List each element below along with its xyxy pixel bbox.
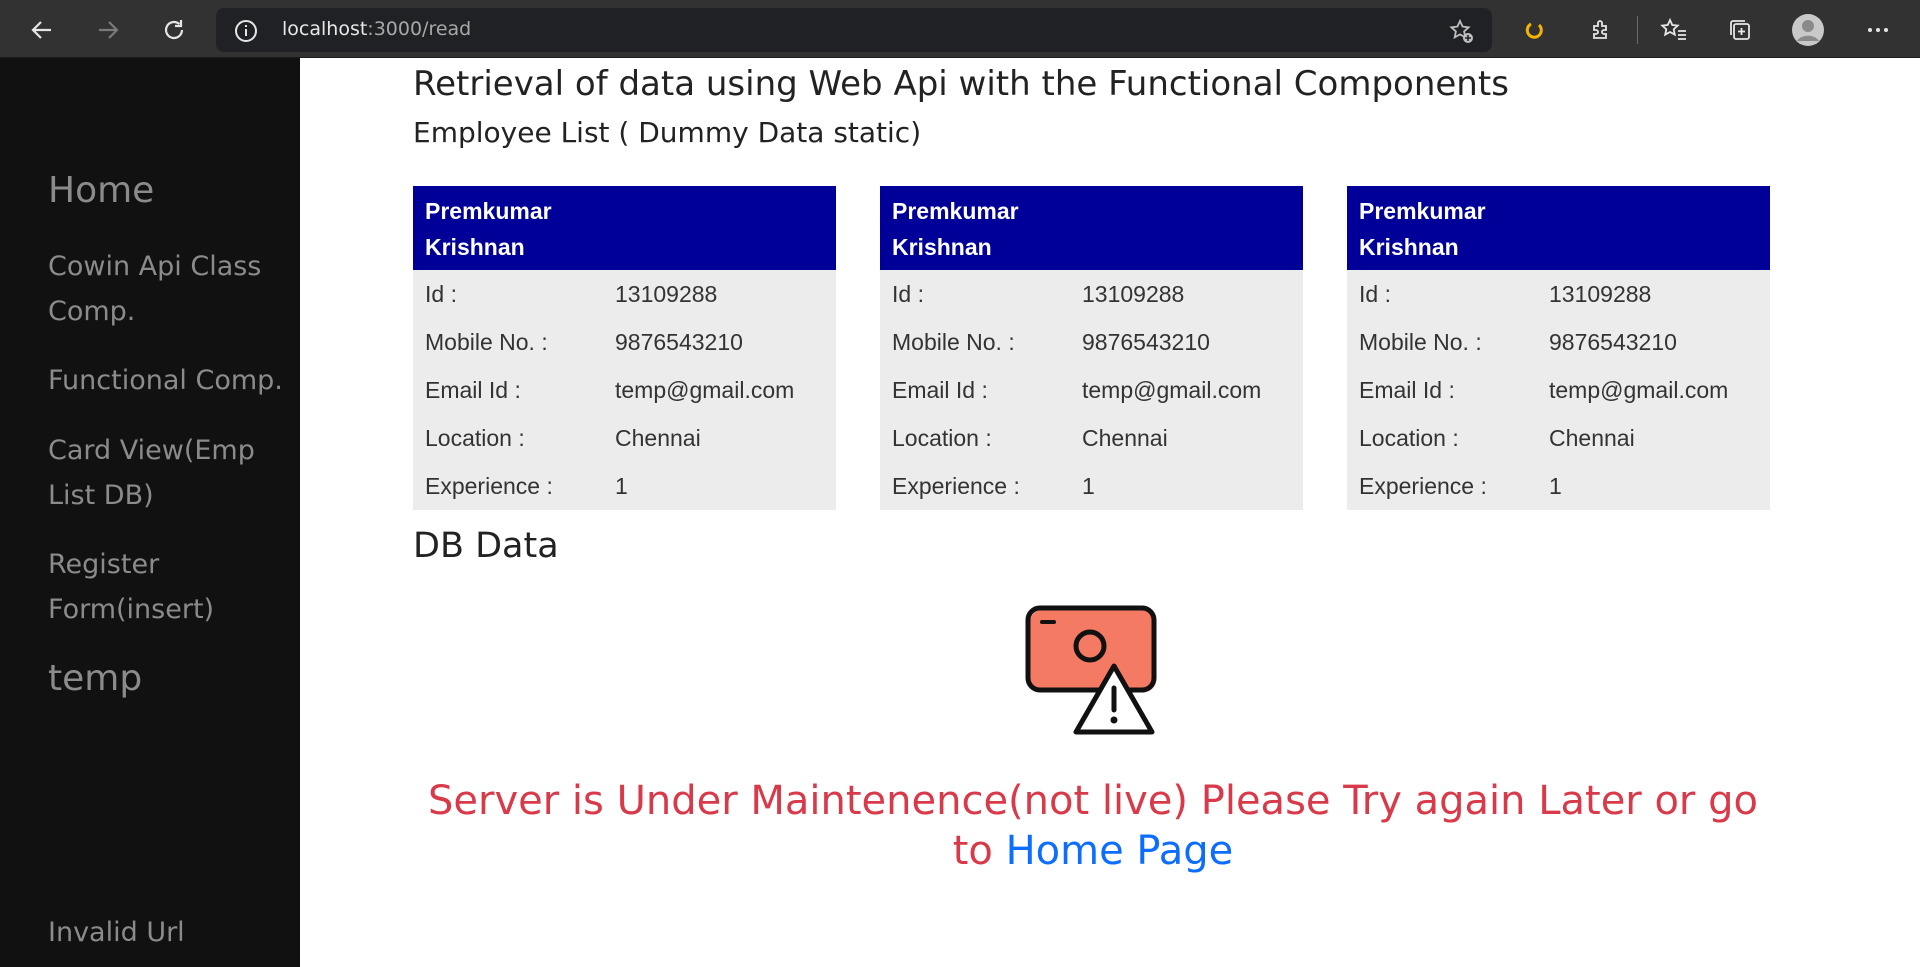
favorites-icon[interactable]: [1656, 12, 1692, 48]
employee-email-row: Email Id : temp@gmail.com: [1347, 366, 1770, 414]
sidebar-item-invalid-url[interactable]: Invalid Url: [48, 910, 185, 955]
employee-id-value: 13109288: [615, 280, 718, 307]
maintenance-message: Server is Under Maintenence(not live) Pl…: [413, 776, 1773, 876]
address-bar[interactable]: localhost:3000/read: [216, 8, 1492, 52]
field-label: Mobile No. :: [892, 328, 1015, 355]
employee-last-name: Krishnan: [425, 234, 525, 260]
employee-mobile-value: 9876543210: [615, 328, 743, 355]
employee-mobile-row: Mobile No. : 9876543210: [413, 318, 836, 366]
page-subtitle: Employee List ( Dummy Data static): [413, 116, 922, 149]
field-label: Experience :: [892, 472, 1020, 499]
employee-mobile-row: Mobile No. : 9876543210: [880, 318, 1303, 366]
field-label: Id :: [1359, 280, 1391, 307]
browser-toolbar: localhost:3000/read: [0, 0, 1920, 58]
add-favorite-icon[interactable]: [1448, 18, 1474, 44]
db-data-heading: DB Data: [413, 526, 559, 566]
employee-location-value: Chennai: [1549, 424, 1635, 451]
field-label: Email Id :: [892, 376, 988, 403]
employee-first-name: Premkumar: [425, 198, 552, 224]
back-arrow-icon: [31, 21, 51, 39]
employee-email-row: Email Id : temp@gmail.com: [880, 366, 1303, 414]
sidebar-item-functional-comp[interactable]: Functional Comp.: [48, 358, 283, 403]
employee-experience-row: Experience : 1: [1347, 462, 1770, 510]
sidebar-item-temp[interactable]: temp: [48, 658, 142, 699]
field-label: Id :: [892, 280, 924, 307]
employee-last-name: Krishnan: [892, 234, 992, 260]
employee-location-row: Location : Chennai: [413, 414, 836, 462]
employee-email-row: Email Id : temp@gmail.com: [413, 366, 836, 414]
sidebar: Home Cowin Api Class Comp. Functional Co…: [0, 58, 300, 967]
sidebar-item-home[interactable]: Home: [48, 170, 154, 211]
employee-first-name: Premkumar: [892, 198, 1019, 224]
employee-id-value: 13109288: [1549, 280, 1652, 307]
extensions-icon[interactable]: [1583, 12, 1619, 48]
employee-mobile-value: 9876543210: [1549, 328, 1677, 355]
forward-button[interactable]: [90, 12, 126, 48]
home-page-link[interactable]: Home Page: [1006, 828, 1234, 874]
field-label: Experience :: [1359, 472, 1487, 499]
employee-id-row: Id : 13109288: [413, 270, 836, 318]
reload-icon: [164, 20, 184, 40]
employee-card-header: Premkumar Krishnan: [880, 186, 1303, 270]
employee-location-value: Chennai: [1082, 424, 1168, 451]
employee-location-value: Chennai: [615, 424, 701, 451]
reload-button[interactable]: [156, 12, 192, 48]
employee-card: Premkumar Krishnan Id : 13109288 Mobile N…: [413, 186, 836, 510]
server-error-camera-icon: [1024, 602, 1160, 743]
employee-card-header: Premkumar Krishnan: [413, 186, 836, 270]
forward-arrow-icon: [99, 21, 119, 39]
field-label: Experience :: [425, 472, 553, 499]
employee-first-name: Premkumar: [1359, 198, 1486, 224]
field-label: Email Id :: [1359, 376, 1455, 403]
field-label: Location :: [892, 424, 992, 451]
employee-id-row: Id : 13109288: [1347, 270, 1770, 318]
sidebar-item-register-form[interactable]: Register Form(insert): [48, 542, 288, 632]
back-button[interactable]: [24, 12, 60, 48]
employee-email-value: temp@gmail.com: [1082, 376, 1262, 403]
main-content: Retrieval of data using Web Api with the…: [300, 58, 1920, 967]
more-options-icon[interactable]: [1860, 12, 1896, 48]
employee-experience-row: Experience : 1: [880, 462, 1303, 510]
employee-email-value: temp@gmail.com: [1549, 376, 1729, 403]
employee-experience-value: 1: [1082, 472, 1095, 499]
field-label: Email Id :: [425, 376, 521, 403]
page-title: Retrieval of data using Web Api with the…: [413, 64, 1509, 104]
employee-email-value: temp@gmail.com: [615, 376, 795, 403]
profile-avatar-icon[interactable]: [1790, 12, 1826, 48]
employee-experience-value: 1: [615, 472, 628, 499]
employee-location-row: Location : Chennai: [1347, 414, 1770, 462]
employee-experience-value: 1: [1549, 472, 1562, 499]
field-label: Id :: [425, 280, 457, 307]
url-path: :3000/read: [367, 18, 472, 40]
collections-icon[interactable]: [1722, 12, 1758, 48]
employee-mobile-row: Mobile No. : 9876543210: [1347, 318, 1770, 366]
employee-location-row: Location : Chennai: [880, 414, 1303, 462]
toolbar-separator: [1637, 16, 1638, 44]
address-url[interactable]: localhost:3000/read: [282, 18, 471, 40]
employee-mobile-value: 9876543210: [1082, 328, 1210, 355]
field-label: Mobile No. :: [1359, 328, 1482, 355]
employee-last-name: Krishnan: [1359, 234, 1459, 260]
employee-card: Premkumar Krishnan Id : 13109288 Mobile N…: [880, 186, 1303, 510]
employee-id-value: 13109288: [1082, 280, 1185, 307]
url-host: localhost: [282, 18, 368, 40]
loading-extension-icon[interactable]: [1516, 12, 1552, 48]
employee-card: Premkumar Krishnan Id : 13109288 Mobile N…: [1347, 186, 1770, 510]
employee-id-row: Id : 13109288: [880, 270, 1303, 318]
employee-card-header: Premkumar Krishnan: [1347, 186, 1770, 270]
employee-experience-row: Experience : 1: [413, 462, 836, 510]
sidebar-item-cowin-api[interactable]: Cowin Api Class Comp.: [48, 244, 288, 334]
sidebar-item-card-view[interactable]: Card View(Emp List DB): [48, 428, 288, 518]
field-label: Location :: [425, 424, 525, 451]
field-label: Mobile No. :: [425, 328, 548, 355]
field-label: Location :: [1359, 424, 1459, 451]
site-info-icon[interactable]: [234, 19, 258, 43]
